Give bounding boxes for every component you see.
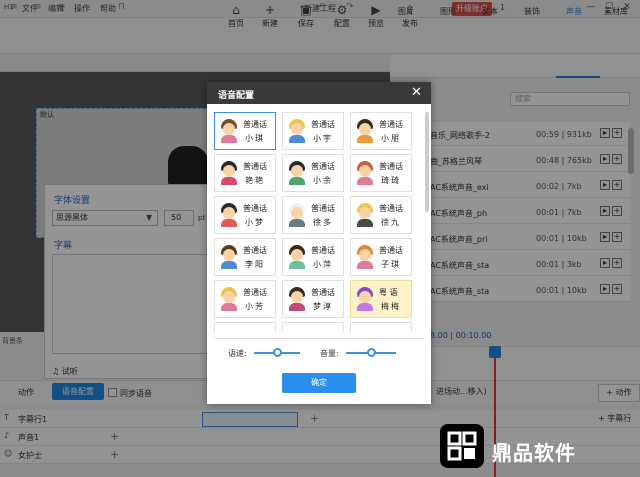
avatar-icon <box>355 203 375 227</box>
volume-label: 音量: <box>320 349 339 358</box>
voice-name: 小宇 <box>313 134 333 143</box>
speed-label: 语速: <box>228 349 247 358</box>
voice-card[interactable]: 普通话 琦琦 <box>350 154 412 192</box>
watermark-logo <box>440 424 484 468</box>
voice-category: 普通话 <box>243 204 267 213</box>
avatar-icon <box>219 203 239 227</box>
voice-name: 小琪 <box>245 134 265 143</box>
voice-grid: 普通话 小琪 普通话 小宇 普通话 小朋 普通话 艳艳 普通话 小余 普通话 琦琦 普通话 小梦 普通话 徐多… <box>214 112 414 332</box>
voice-name: 梅梅 <box>381 302 401 311</box>
avatar-icon <box>287 161 307 185</box>
avatar-icon <box>287 203 307 227</box>
voice-card[interactable]: 普通话 小宇 <box>282 112 344 150</box>
confirm-button[interactable]: 确定 <box>282 373 356 393</box>
voice-name: 徐九 <box>381 218 401 227</box>
voice-card[interactable]: 普通话 小余 <box>282 154 344 192</box>
voice-card[interactable]: 普通话 徐多 <box>282 196 344 234</box>
avatar-icon <box>355 287 375 311</box>
voice-name: 小梦 <box>245 218 265 227</box>
avatar-icon <box>355 245 375 269</box>
voice-name: 徐多 <box>313 218 333 227</box>
watermark-text: 鼎品软件 <box>492 441 576 465</box>
voice-category: 粤 语 <box>379 288 398 297</box>
voice-category: 普通话 <box>311 204 335 213</box>
voice-card[interactable] <box>282 322 344 332</box>
voice-category: 普通话 <box>379 162 403 171</box>
voice-name: 小朋 <box>381 134 401 143</box>
voice-category: 普通话 <box>243 246 267 255</box>
voice-card[interactable]: 普通话 梦淳 <box>282 280 344 318</box>
voice-category: 普通话 <box>311 162 335 171</box>
voice-name: 小萍 <box>313 260 333 269</box>
avatar-icon <box>287 245 307 269</box>
voice-card[interactable]: 普通话 艳艳 <box>214 154 276 192</box>
voice-card[interactable]: 普通话 徐九 <box>350 196 412 234</box>
voice-name: 李阳 <box>245 260 265 269</box>
voice-card[interactable]: 普通话 小萍 <box>282 238 344 276</box>
avatar-icon <box>355 161 375 185</box>
avatar-icon <box>219 119 239 143</box>
avatar-icon <box>219 287 239 311</box>
avatar-icon <box>287 119 307 143</box>
voice-category: 普通话 <box>311 288 335 297</box>
voice-name: 子琪 <box>381 260 401 269</box>
voice-card[interactable]: 普通话 子琪 <box>350 238 412 276</box>
voice-name: 琦琦 <box>381 176 401 185</box>
voice-card[interactable] <box>350 322 412 332</box>
voice-name: 梦淳 <box>313 302 333 311</box>
voice-category: 普通话 <box>243 162 267 171</box>
voice-card[interactable]: 普通话 小琪 <box>214 112 276 150</box>
voice-category: 普通话 <box>379 120 403 129</box>
voice-category: 普通话 <box>243 120 267 129</box>
avatar-icon <box>219 161 239 185</box>
dialog-scrollbar[interactable] <box>425 112 429 212</box>
avatar-icon <box>287 287 307 311</box>
voice-card[interactable] <box>214 322 276 332</box>
divider <box>214 338 424 339</box>
dialog-title: 语音配置 <box>218 91 255 101</box>
close-icon[interactable]: ✕ <box>411 85 422 100</box>
voice-category: 普通话 <box>311 246 335 255</box>
voice-name: 小芳 <box>245 302 265 311</box>
voice-card[interactable]: 普通话 小梦 <box>214 196 276 234</box>
avatar-icon <box>219 245 239 269</box>
voice-card[interactable]: 普通话 小朋 <box>350 112 412 150</box>
voice-category: 普通话 <box>243 288 267 297</box>
voice-card[interactable]: 粤 语梅梅 <box>350 280 412 318</box>
avatar-icon <box>355 119 375 143</box>
voice-category: 普通话 <box>379 246 403 255</box>
speed-slider-handle[interactable] <box>273 348 282 357</box>
voice-card[interactable]: 普通话 李阳 <box>214 238 276 276</box>
voice-name: 艳艳 <box>245 176 265 185</box>
voice-card[interactable]: 普通话 小芳 <box>214 280 276 318</box>
voice-name: 小余 <box>313 176 333 185</box>
voice-category: 普通话 <box>311 120 335 129</box>
voice-category: 普通话 <box>379 204 403 213</box>
volume-slider-handle[interactable] <box>367 348 376 357</box>
